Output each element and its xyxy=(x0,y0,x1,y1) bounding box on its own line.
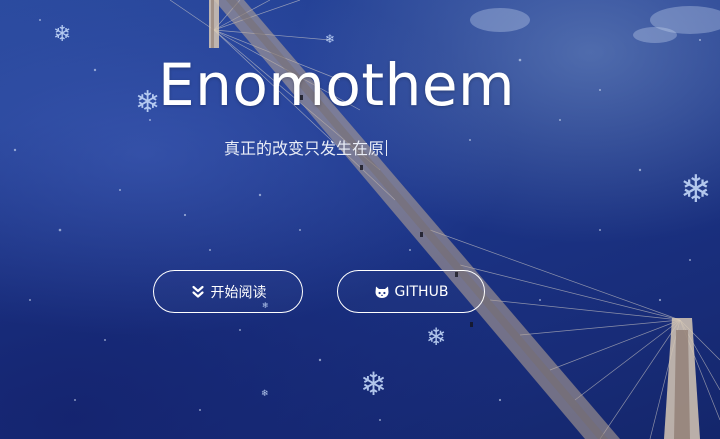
snowflake-icon: ❄ xyxy=(53,22,72,47)
github-cat-icon xyxy=(374,284,390,300)
github-button[interactable]: GITHUB xyxy=(337,270,485,313)
snowflake-icon: ❄ xyxy=(261,389,269,399)
snowflake-icon: ❄ xyxy=(135,85,161,120)
snowflake-icon: ❄ xyxy=(325,32,336,46)
snowflake-icon: ❄ xyxy=(680,167,712,211)
hero-banner: ❄ ❄ ❄ ❄ ❄ ❄ ❄ ❄ Enomothem 真正的改变只发生在原 开始阅… xyxy=(0,0,720,439)
subtitle-text: 真正的改变只发生在原 xyxy=(224,139,385,158)
typing-cursor xyxy=(386,140,388,156)
site-title: Enomothem xyxy=(158,51,516,119)
snowflake-icon: ❄ xyxy=(426,323,447,351)
site-subtitle: 真正的改变只发生在原 xyxy=(224,138,388,160)
start-reading-button[interactable]: 开始阅读 xyxy=(153,270,303,313)
github-label: GITHUB xyxy=(394,283,449,300)
double-chevron-down-icon xyxy=(190,284,206,300)
snowflake-icon: ❄ xyxy=(360,365,387,403)
start-reading-label: 开始阅读 xyxy=(210,284,267,301)
